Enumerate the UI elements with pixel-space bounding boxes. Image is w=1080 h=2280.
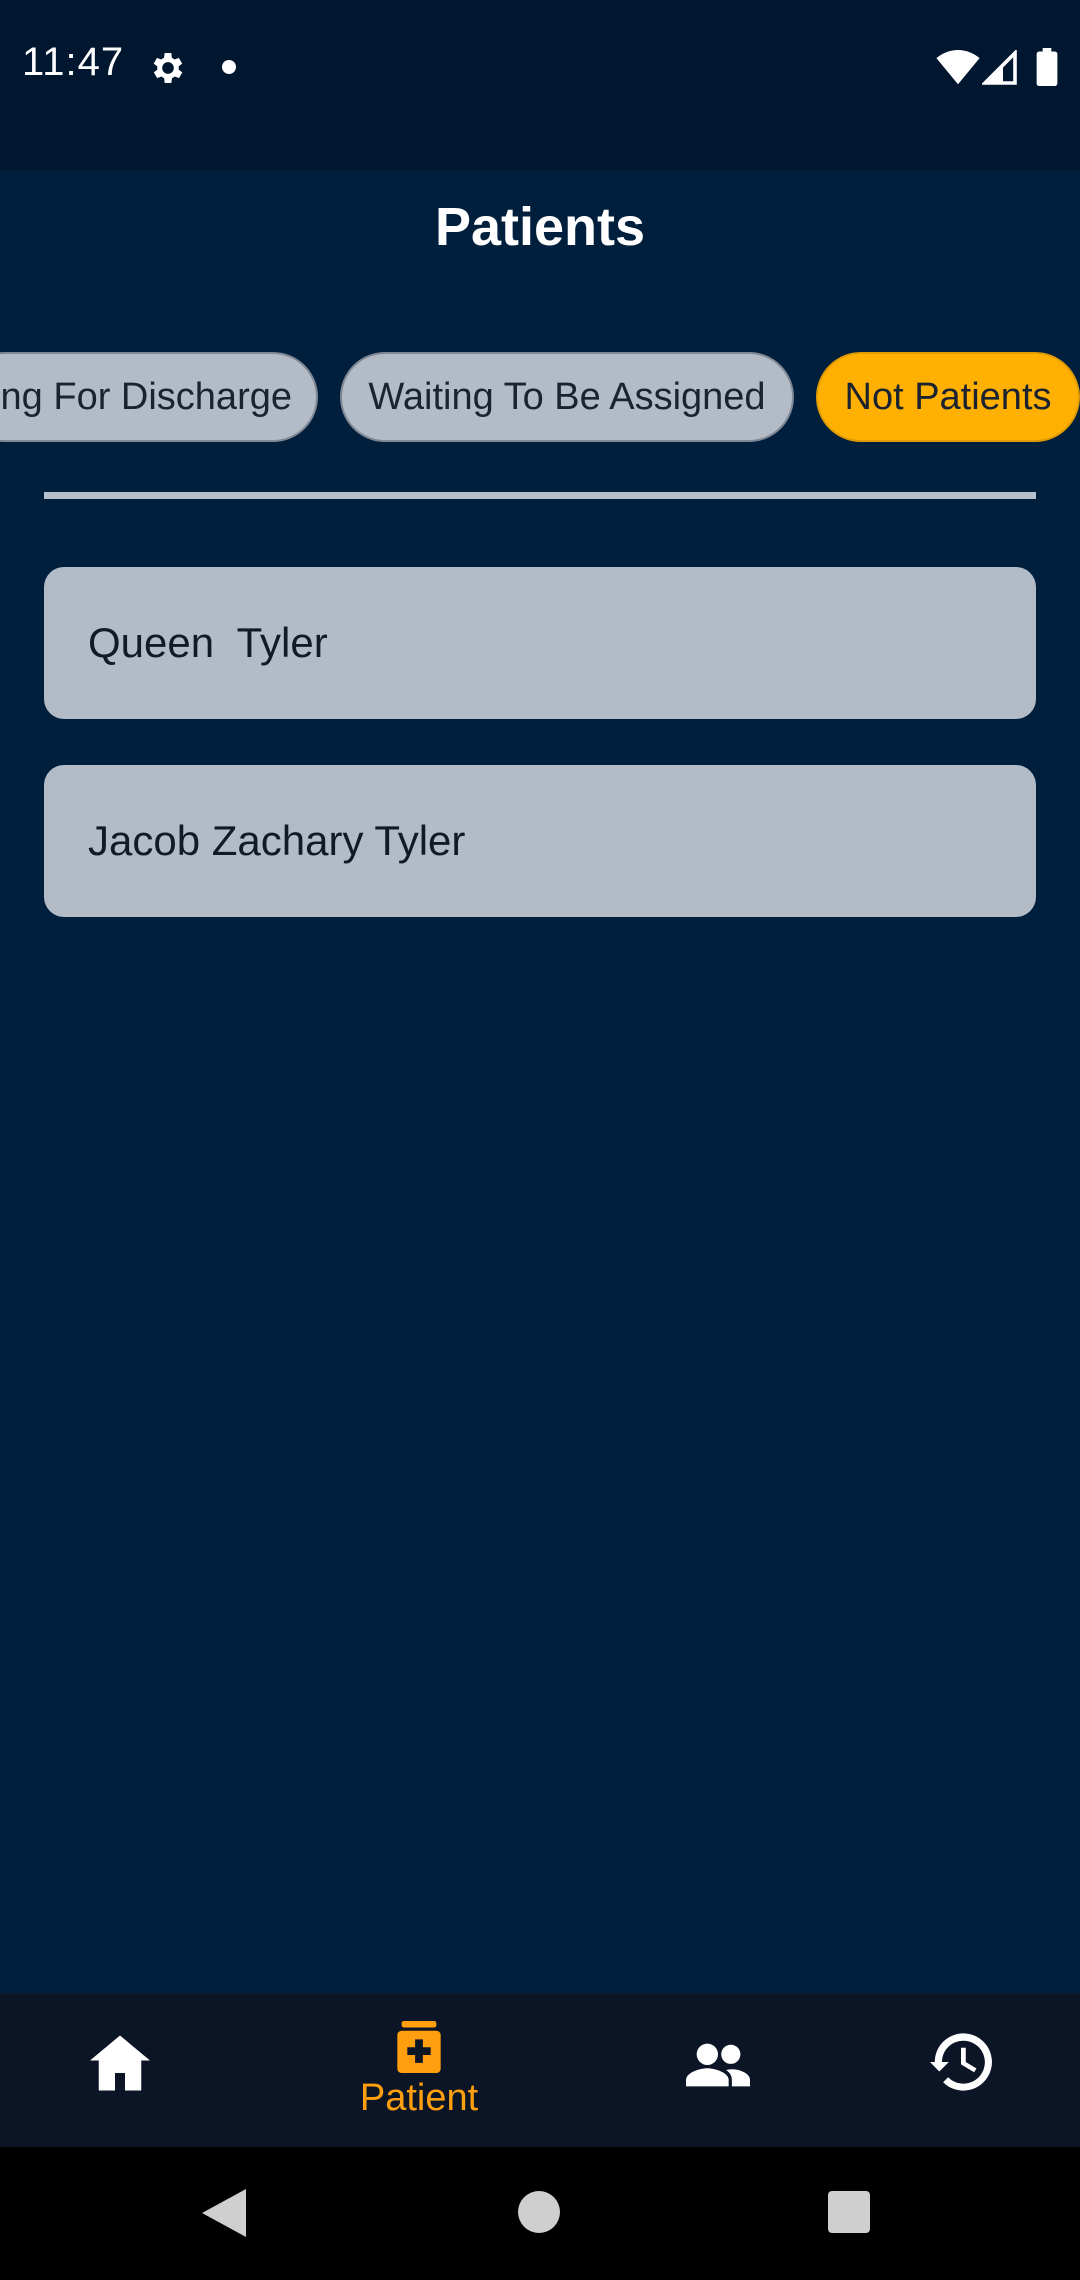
chip-waiting-to-be-assigned[interactable]: Waiting To Be Assigned [340,352,794,442]
patients-screen: 11:47 Patients ng For Discharge Waiting … [0,0,1080,2280]
chip-waiting-for-discharge[interactable]: ng For Discharge [0,352,318,442]
home-icon [90,2035,150,2091]
patient-card[interactable]: Queen Tyler [44,567,1036,719]
signal-icon [982,50,1017,85]
back-icon[interactable] [202,2189,246,2237]
battery-icon [1036,48,1058,86]
people-icon [686,2043,750,2087]
gear-icon [153,53,183,83]
system-nav-bar [0,2147,1080,2280]
recent-apps-icon[interactable] [828,2191,870,2233]
patient-icon [397,2021,441,2073]
page-title: Patients [434,197,646,257]
nav-home[interactable] [0,1993,270,2147]
filter-chips: ng For Discharge Waiting To Be Assigned … [0,352,1080,446]
wifi-icon [936,50,980,85]
history-icon [930,2033,992,2091]
nav-patient[interactable]: Patient [284,1993,554,2147]
status-bar: 11:47 [0,0,1080,170]
divider [44,492,1036,499]
chip-not-patients[interactable]: Not Patients [816,352,1080,442]
status-time: 11:47 [22,40,125,84]
notification-dot-icon [222,60,236,74]
nav-patient-label: Patient [359,2077,479,2119]
nav-history[interactable] [824,1993,1080,2147]
home-circle-icon[interactable] [518,2191,560,2233]
nav-people[interactable] [584,1993,854,2147]
bottom-nav: Patient [0,1993,1080,2147]
patient-card[interactable]: Jacob Zachary Tyler [44,765,1036,917]
